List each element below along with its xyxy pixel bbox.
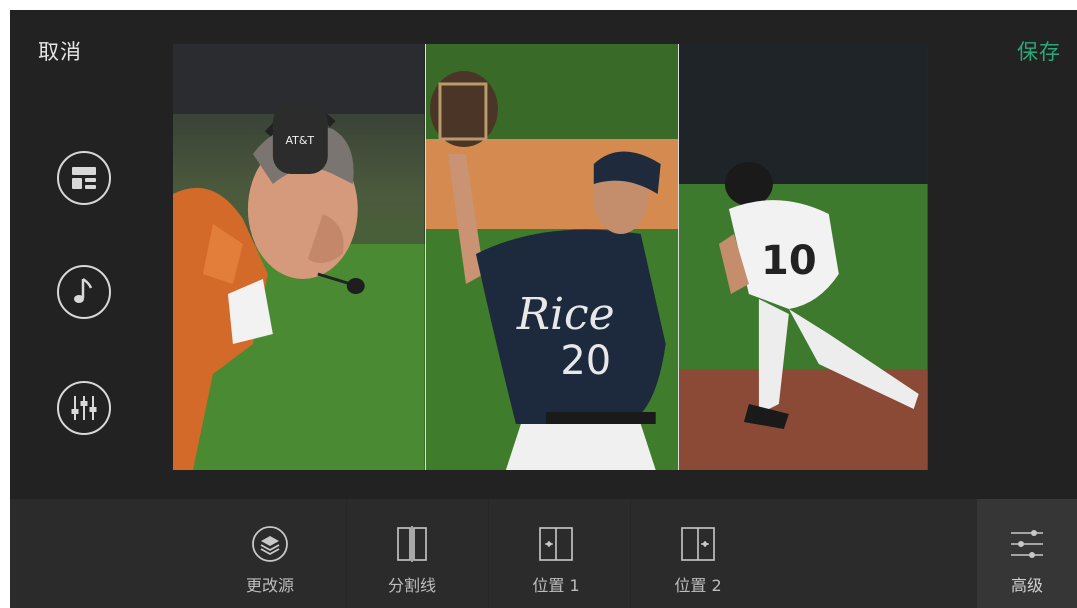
preview-panel-2[interactable]: Rice 20 (424, 44, 679, 470)
video-editor-screen: 取消 保存 AT&T Rice 20 10 更改源 分割线 位置 1 位置 2 … (10, 10, 1077, 608)
advanced-button[interactable]: 高级 (977, 499, 1077, 608)
save-button[interactable]: 保存 (1017, 36, 1061, 66)
cancel-button[interactable]: 取消 (38, 36, 82, 66)
position-2-label: 位置 2 (674, 576, 722, 595)
jersey-text: Rice (516, 289, 615, 340)
sliders-icon (1007, 525, 1047, 565)
position-1-label: 位置 1 (532, 576, 580, 595)
position-1-icon (536, 524, 576, 564)
music-note-icon (57, 265, 111, 319)
position-2-button[interactable]: 位置 2 (628, 499, 768, 608)
equalizer-button[interactable] (56, 380, 112, 436)
runner-jersey-number: 10 (761, 238, 817, 284)
catcher-photo: Rice 20 (425, 44, 679, 470)
jersey-number: 20 (560, 338, 611, 384)
layers-icon (250, 524, 290, 564)
position-2-icon (678, 524, 718, 564)
change-source-button[interactable]: 更改源 (200, 499, 340, 608)
bottom-toolbar: 更改源 分割线 位置 1 位置 2 高级 (10, 499, 1077, 608)
layout-icon (57, 151, 111, 205)
coach-photo: AT&T (173, 44, 425, 470)
split-line-button[interactable]: 分割线 (342, 499, 482, 608)
advanced-label: 高级 (1010, 576, 1043, 595)
runner-photo: 10 (679, 44, 929, 470)
video-preview: AT&T Rice 20 10 (173, 44, 929, 470)
split-line-icon (392, 524, 432, 564)
music-button[interactable] (56, 264, 112, 320)
change-source-label: 更改源 (245, 576, 294, 595)
split-line-label: 分割线 (387, 576, 436, 595)
preview-panel-3[interactable]: 10 (678, 44, 929, 470)
position-1-button[interactable]: 位置 1 (486, 499, 626, 608)
equalizer-icon (57, 381, 111, 435)
preview-panel-1[interactable]: AT&T (173, 44, 425, 470)
layout-button[interactable] (56, 150, 112, 206)
headset-brand-text: AT&T (286, 134, 315, 147)
